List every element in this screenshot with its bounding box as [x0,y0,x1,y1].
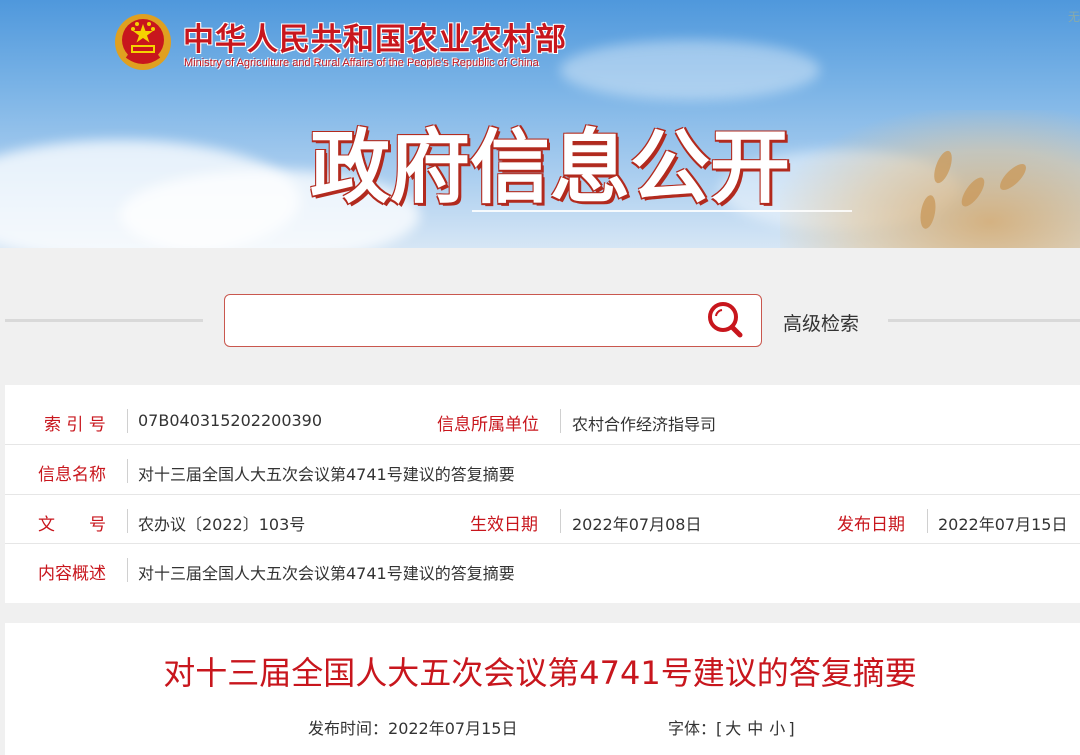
column-separator [127,509,128,533]
column-separator [127,459,128,483]
row-divider [5,543,1080,544]
font-bracket-close: ] [788,719,795,738]
column-separator [560,409,561,433]
font-size-control: 字体：[大中小] [668,715,795,739]
search-divider-right [888,319,1080,322]
search-icon[interactable] [706,300,746,340]
effective-date-value: 2022年07月08日 [572,515,702,534]
index-number-value: 07B040315202200390 [138,411,323,430]
document-number-value: 农办议〔2022〕103号 [138,515,306,534]
publish-date-value: 2022年07月15日 [938,515,1068,534]
wheat-decoration [780,110,1080,248]
national-emblem-icon[interactable] [113,12,173,72]
corner-text[interactable]: 无 [1068,8,1080,25]
publish-time-label: 发布时间： [308,719,389,738]
info-name-label: 信息名称 [38,465,106,485]
row-divider [5,444,1080,445]
cloud-decoration [560,40,820,100]
advanced-search-link[interactable]: 高级检索 [783,309,859,336]
unit-value: 农村合作经济指导司 [572,415,717,434]
publish-time-value: 2022年07月15日 [388,719,518,738]
index-number-label: 索 引 号 [44,415,106,435]
document-number-label: 文 号 [38,515,106,535]
banner-title: 政府信息公开 [310,121,790,214]
site-name-en[interactable]: Ministry of Agriculture and Rural Affair… [184,57,539,69]
search-input[interactable] [235,303,699,340]
summary-label: 内容概述 [38,564,106,584]
font-medium-button[interactable]: 中 [747,719,763,738]
unit-label: 信息所属单位 [437,415,539,435]
column-separator [127,409,128,433]
article-title: 对十三届全国人大五次会议第4741号建议的答复摘要 [163,654,917,692]
column-separator [927,509,928,533]
font-size-label: 字体： [668,719,717,738]
header-banner: 中华人民共和国农业农村部 Ministry of Agriculture and… [0,0,1080,248]
column-separator [560,509,561,533]
banner-divider [472,210,852,212]
row-divider [5,494,1080,495]
search-box[interactable] [224,294,762,347]
column-separator [127,558,128,582]
publish-time: 发布时间：2022年07月15日 [308,715,517,739]
publish-date-label: 发布日期 [837,515,905,535]
search-divider-left [5,319,203,322]
summary-value: 对十三届全国人大五次会议第4741号建议的答复摘要 [138,564,515,583]
font-bracket-open: [ [716,719,723,738]
font-large-button[interactable]: 大 [725,719,741,738]
search-section [0,248,1080,383]
font-small-button[interactable]: 小 [769,719,785,738]
site-name-cn[interactable]: 中华人民共和国农业农村部 [183,14,567,59]
info-name-value: 对十三届全国人大五次会议第4741号建议的答复摘要 [138,465,515,484]
effective-date-label: 生效日期 [470,515,538,535]
